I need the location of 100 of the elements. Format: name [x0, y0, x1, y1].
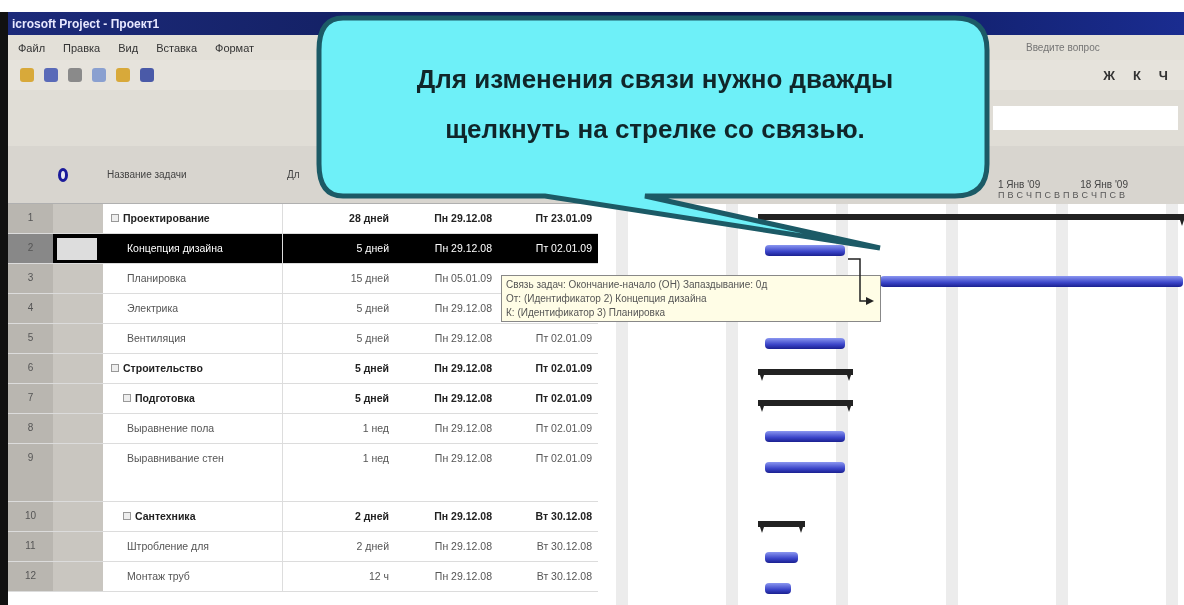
day-label: П — [1062, 190, 1070, 200]
finish-cell-text: Пт 23.01.09 — [535, 212, 592, 226]
start-cell-text: Пн 29.12.08 — [433, 539, 493, 554]
duration-cell-text: 5 дней — [355, 331, 390, 346]
indicator-cell — [53, 354, 103, 383]
finish-cell-text: Пт 02.01.09 — [535, 332, 592, 346]
day-label: Ч — [1090, 190, 1097, 200]
format-button[interactable]: Ж — [1099, 67, 1119, 83]
collapse-icon[interactable] — [111, 214, 119, 222]
duration-cell: 5 дней — [283, 234, 395, 263]
toolbar-icon[interactable] — [140, 68, 154, 82]
cell-highlight — [57, 237, 97, 260]
start-cell-text: Пн 29.12.08 — [433, 211, 493, 226]
format-button[interactable]: Ч — [1154, 67, 1172, 83]
start-cell-text: Пн 29.12.08 — [433, 301, 493, 316]
day-label: П — [1099, 190, 1107, 200]
entry-field[interactable] — [993, 106, 1178, 130]
collapse-icon[interactable] — [123, 512, 131, 520]
duration-cell-text: 2 дней — [353, 509, 390, 524]
finish-cell-text: Пт 02.01.09 — [535, 242, 592, 256]
task-name: Выравнивание стен — [127, 452, 224, 464]
task-name: Проектирование — [123, 212, 210, 224]
indicator-cell — [53, 324, 103, 353]
start-cell-text: Пн 29.12.08 — [433, 331, 493, 346]
help-search-field[interactable]: Введите вопрос — [1024, 41, 1174, 54]
menu-item[interactable]: Формат — [215, 41, 255, 54]
duration-cell-text: 1 нед — [361, 451, 390, 466]
duration-cell-text: 1 нед — [361, 421, 390, 436]
indicator-cell — [53, 264, 103, 293]
indicator-cell — [53, 204, 103, 233]
row-number: 8 — [8, 414, 53, 443]
task-bar[interactable] — [765, 552, 798, 563]
finish-cell-text: Пт 02.01.09 — [535, 392, 592, 406]
menu-item[interactable]: Вид — [118, 41, 139, 54]
task-name: Подготовка — [135, 392, 195, 404]
day-label: П — [1035, 190, 1042, 200]
task-bar[interactable] — [765, 245, 845, 256]
collapse-icon[interactable] — [123, 394, 131, 402]
format-button[interactable]: К — [1128, 67, 1145, 83]
tooltip-line: К: (Идентификатор 3) Планировка — [506, 307, 667, 318]
row-number: 9 — [8, 444, 53, 501]
start-cell-text: Пн 29.12.08 — [433, 391, 493, 406]
task-name: Концепция дизайна — [127, 242, 223, 254]
finish-cell-text: Пт 02.01.09 — [535, 422, 592, 436]
row-number: 4 — [8, 294, 53, 323]
task-bar[interactable] — [765, 583, 791, 594]
menu-item[interactable]: Правка — [63, 41, 101, 54]
start-cell-text: Пн 05.01.09 — [433, 271, 493, 286]
task-name: Монтаж труб — [127, 570, 190, 582]
duration-cell-text: 15 дней — [349, 271, 390, 286]
start-cell-text: Пн 29.12.08 — [433, 509, 493, 524]
indicator-cell — [53, 294, 103, 323]
task-name: Выравнение пола — [127, 422, 215, 434]
window-title: icrosoft Project - Проект1 — [12, 16, 160, 31]
duration-cell-text: 5 дней — [353, 391, 390, 406]
finish-cell-text: Вт 30.12.08 — [535, 510, 592, 524]
indicator-cell — [53, 384, 103, 413]
row-number: 6 — [8, 354, 53, 383]
indicator-cell — [53, 444, 103, 501]
week-label: 1 Янв '09 — [998, 179, 1041, 190]
task-bar[interactable] — [765, 462, 845, 473]
indicator-cell — [53, 562, 103, 591]
column-header: Название задачи — [106, 168, 188, 182]
task-name: Строительство — [123, 362, 203, 374]
summary-bar[interactable] — [758, 369, 853, 381]
summary-bar[interactable] — [758, 400, 853, 412]
row-number: 3 — [8, 264, 53, 293]
day-label: В — [1072, 190, 1079, 200]
day-label: С — [1044, 190, 1051, 200]
start-cell-text: Пн 29.12.08 — [433, 451, 493, 466]
week-label: 18 Янв '09 — [1080, 179, 1128, 190]
day-label: С — [1016, 190, 1023, 200]
day-label: В — [1007, 190, 1014, 200]
finish-cell-text: Пт 02.01.09 — [535, 452, 592, 466]
task-bar[interactable] — [880, 276, 1183, 287]
row-number: 10 — [8, 502, 53, 531]
task-bar[interactable] — [765, 431, 845, 442]
task-name: Сантехника — [135, 510, 196, 522]
summary-bar[interactable] — [758, 521, 805, 533]
indicator-cell — [53, 502, 103, 531]
callout-text: Для изменения связи нужно дважды щелкнуть на стрелке со связью. — [415, 63, 895, 146]
day-label: В — [1118, 190, 1125, 200]
duration-cell-text: 12 ч — [367, 569, 390, 584]
day-label: С — [1081, 190, 1088, 200]
start-cell-text: Пн 29.12.08 — [433, 361, 493, 376]
row-number: 11 — [8, 532, 53, 561]
duration-cell-text: 5 дней — [353, 361, 390, 376]
indicator-cell — [53, 414, 103, 443]
collapse-icon[interactable] — [111, 364, 119, 372]
summary-bar[interactable] — [758, 214, 1184, 226]
menu-item[interactable]: Вставка — [156, 41, 197, 54]
row-number: 5 — [8, 324, 53, 353]
row-number: 12 — [8, 562, 53, 591]
task-name: Планировка — [127, 272, 187, 284]
finish-cell-text: Вт 30.12.08 — [536, 570, 592, 584]
duration-cell-text: 2 дней — [355, 539, 390, 554]
task-bar[interactable] — [765, 338, 845, 349]
duration-cell-text: 5 дней — [355, 301, 390, 316]
menu-item[interactable]: Файл — [18, 41, 46, 54]
day-label: С — [1109, 190, 1116, 200]
